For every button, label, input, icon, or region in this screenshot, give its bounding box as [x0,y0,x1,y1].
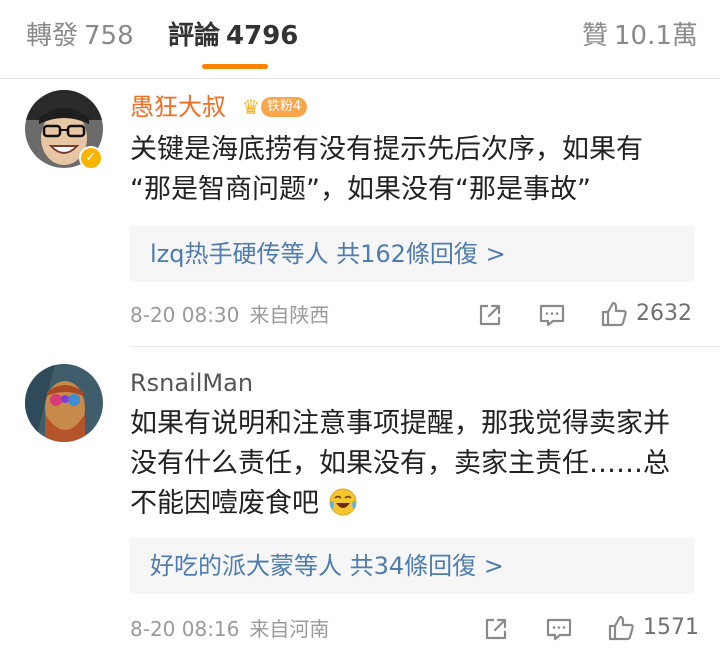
comment-text-line: 没有什么责任，如果没有，卖家主责任……总 [130,448,670,479]
active-tab-indicator [202,64,268,69]
comment-icon [539,304,565,327]
tab-comments[interactable]: 評論 4796 [168,20,298,52]
like-count: 2632 [636,301,692,326]
replies-link[interactable]: lzq热手硬传等人 共162條回復 > [150,238,506,270]
comment-text: 关键是海底捞有没有提示先后次序，如果有 “那是智商问题”，如果没有“那是事故” [130,130,700,210]
comment-text-line: 关键是海底捞有没有提示先后次序，如果有 [130,134,643,165]
avatar[interactable] [25,364,103,442]
thumbs-up-icon [608,615,634,641]
tab-likes-label: 贊 [582,21,609,51]
tab-comments-label: 評論 [168,21,221,51]
share-button[interactable] [482,614,510,644]
tab-comments-count: 4796 [226,21,299,51]
crown-icon: ♛ [242,95,260,119]
comment-time: 8-20 08:16 [130,617,240,641]
share-button[interactable] [476,300,504,330]
reply-button[interactable] [545,614,573,644]
avatar-painting-icon [25,364,103,442]
verified-badge-icon: ✓ [79,146,103,170]
replies-link[interactable]: 好吃的派大蒙等人 共34條回復 > [150,550,504,582]
comment-tabs: 轉發 758 評論 4796 贊 10.1萬 [0,0,720,78]
reply-button[interactable] [538,300,566,330]
share-icon [479,304,501,326]
tab-likes[interactable]: 贊 10.1萬 [582,20,698,52]
tab-reposts[interactable]: 轉發 758 [26,20,134,52]
comment-location: 来自陕西 [249,303,330,327]
username[interactable]: 愚狂大叔 [130,92,226,122]
fan-level-label: 铁粉4 [260,97,308,117]
tabs-divider [0,78,720,79]
thumbs-up-icon [601,301,627,327]
comment-meta: 8-20 08:30 来自陕西 [130,302,329,328]
comment-text-line: 如果有说明和注意事项提醒，那我觉得卖家并 [130,408,670,439]
tab-reposts-count: 758 [84,21,134,51]
comment-text-line: 不能因噎废食吧 [130,484,700,524]
like-button[interactable]: 2632 [600,299,692,329]
fan-badge: ♛ 铁粉4 [242,94,308,120]
comment-text-segment: 不能因噎废食吧 [130,488,319,519]
laugh-cry-emoji-icon [329,488,357,516]
replies-preview[interactable]: 好吃的派大蒙等人 共34條回復 > [130,538,694,594]
tab-likes-count: 10.1萬 [614,21,698,51]
comment-text: 如果有说明和注意事项提醒，那我觉得卖家并 没有什么责任，如果没有，卖家主责任……… [130,404,700,524]
comment-icon [546,618,572,641]
comment-text-line: “那是智商问题”，如果没有“那是事故” [130,174,591,205]
tab-reposts-label: 轉發 [26,21,79,51]
like-count: 1571 [643,615,699,640]
comment-meta: 8-20 08:16 来自河南 [130,616,329,642]
comment-time: 8-20 08:30 [130,303,240,327]
replies-preview[interactable]: lzq热手硬传等人 共162條回復 > [130,226,694,282]
like-button[interactable]: 1571 [607,613,699,643]
comment-divider [130,346,720,347]
username[interactable]: RsnailMan [130,368,253,398]
share-icon [485,618,507,640]
comment-location: 来自河南 [249,617,330,641]
